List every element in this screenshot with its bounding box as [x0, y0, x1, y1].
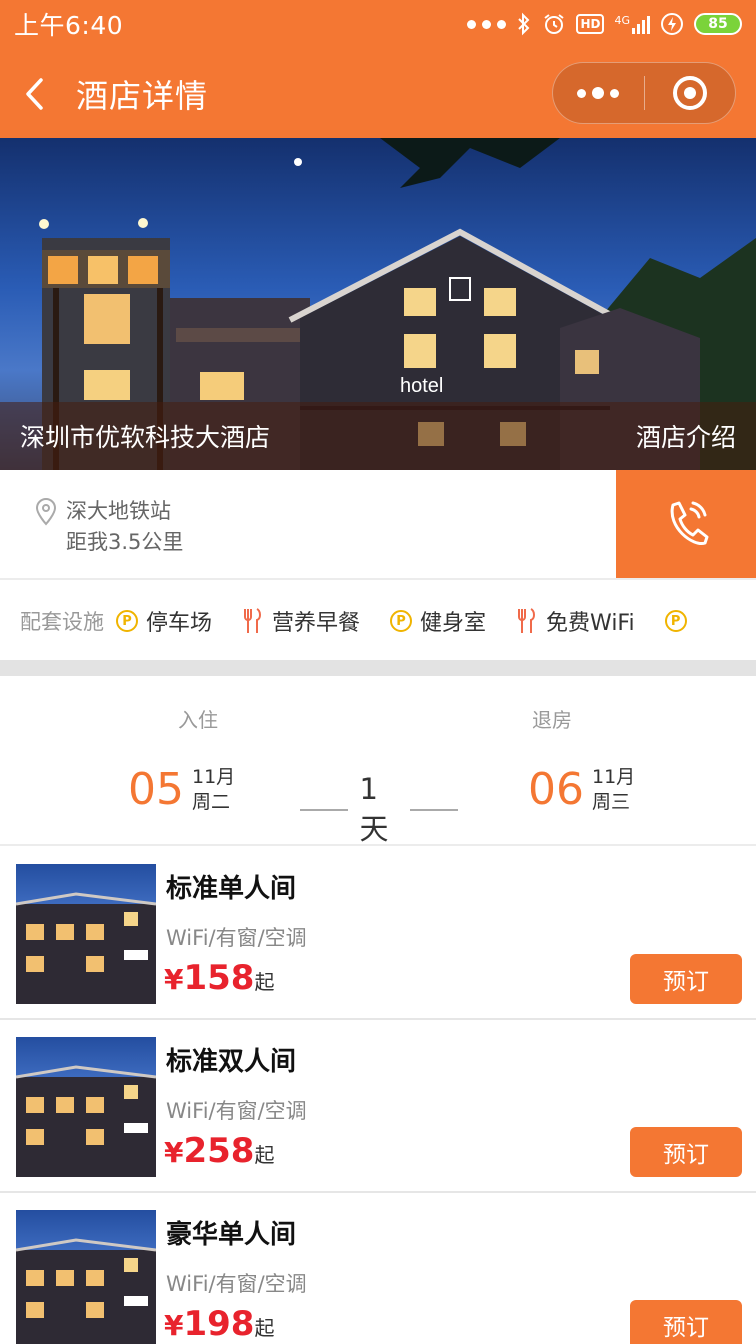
checkout-day: 06 [528, 764, 584, 815]
more-dots-icon [467, 19, 507, 29]
facility-item: 免费WiFi [516, 605, 635, 637]
more-icon [577, 87, 620, 99]
hotel-hero-image: hotel 深圳市优软科技大酒店 酒店介绍 [0, 138, 756, 470]
distance-text: 距我3.5公里 [66, 530, 184, 554]
metro-station: 深大地铁站 [66, 499, 171, 523]
target-icon [672, 76, 707, 110]
checkin-month: 11月 [192, 765, 236, 788]
price-currency: ¥ [164, 1309, 184, 1342]
close-mini-program-button[interactable] [645, 63, 736, 123]
hotel-name: 深圳市优软科技大酒店 [20, 423, 271, 452]
parking-icon: P [116, 610, 138, 632]
facility-label: 免费WiFi [546, 611, 635, 636]
status-bar: 上午6:40 HD 4G 85 [0, 0, 756, 48]
phone-icon [670, 501, 709, 545]
location-info[interactable]: 深大地铁站 距我3.5公里 [0, 470, 616, 578]
location-text: 深大地铁站 距我3.5公里 [66, 496, 183, 578]
room-name: 标准双人间 [166, 1047, 297, 1077]
chevron-left-icon [26, 78, 43, 110]
hd-icon: HD [576, 14, 605, 34]
price-currency: ¥ [164, 1136, 184, 1169]
price-amount: 198 [183, 1304, 255, 1344]
fork-knife-icon [242, 607, 264, 635]
room-price: ¥158起 [164, 958, 274, 998]
price-suffix: 起 [254, 1143, 275, 1167]
status-icons: HD 4G 85 [467, 12, 742, 36]
header-bar: 上午6:40 HD 4G 85 酒店详情 [0, 0, 756, 138]
room-list-item[interactable]: 豪华单人间 WiFi/有窗/空调 ¥198起 预订 [0, 1194, 756, 1344]
call-hotel-button[interactable] [616, 470, 756, 578]
price-currency: ¥ [164, 963, 184, 996]
room-features: WiFi/有窗/空调 [166, 1099, 307, 1123]
charging-icon [660, 12, 684, 36]
date-selector: 入住 退房 05 11月 周二 1天 06 11月 周三 [0, 676, 756, 846]
room-thumbnail [16, 1037, 156, 1177]
facilities-row: 配套设施 P 停车场 营养早餐 P 健身室 免费WiFi P [0, 582, 756, 660]
checkin-label: 入住 [178, 708, 218, 732]
room-name: 标准单人间 [166, 874, 297, 904]
alarm-icon [542, 12, 566, 36]
hotel-sign-text: hotel [400, 375, 443, 397]
room-price: ¥198起 [164, 1304, 274, 1344]
battery-icon: 85 [694, 13, 742, 35]
hero-caption-bar: 深圳市优软科技大酒店 酒店介绍 [0, 402, 756, 470]
more-menu-button[interactable] [553, 63, 644, 123]
signal-icon: 4G [614, 14, 650, 34]
book-button[interactable]: 预订 [630, 954, 742, 1004]
book-button[interactable]: 预订 [630, 1127, 742, 1177]
hotel-intro-link[interactable]: 酒店介绍 [636, 418, 736, 454]
status-time: 上午6:40 [14, 11, 124, 40]
nights-line-left [300, 809, 348, 811]
facility-item: P 健身室 [390, 605, 486, 637]
room-features: WiFi/有窗/空调 [166, 1272, 307, 1296]
nights-text: 1天 [359, 772, 389, 846]
facility-label: 停车场 [146, 611, 213, 636]
facility-item: 营养早餐 [242, 605, 360, 637]
checkin-date[interactable]: 05 11月 周二 [128, 764, 235, 815]
facility-item: P 停车场 [116, 605, 212, 637]
navigation-bar: 酒店详情 [0, 56, 756, 132]
room-list-item[interactable]: 标准单人间 WiFi/有窗/空调 ¥158起 预订 [0, 848, 756, 1020]
network-type: 4G [614, 14, 630, 27]
price-suffix: 起 [254, 970, 275, 994]
bluetooth-icon [516, 12, 532, 36]
price-suffix: 起 [254, 1316, 275, 1340]
location-pin-icon [34, 498, 60, 578]
room-thumbnail [16, 1210, 156, 1344]
parking-icon: P [664, 610, 687, 632]
page-title: 酒店详情 [76, 77, 209, 115]
room-price: ¥258起 [164, 1131, 274, 1171]
back-button[interactable] [0, 56, 70, 132]
price-amount: 258 [183, 1131, 255, 1171]
parking-icon: P [390, 610, 413, 632]
mini-program-capsule [552, 62, 736, 124]
checkin-meta: 11月 周二 [192, 765, 235, 815]
facility-label: 营养早餐 [272, 611, 361, 636]
book-button[interactable]: 预订 [630, 1300, 742, 1344]
location-row: 深大地铁站 距我3.5公里 [0, 470, 756, 580]
checkout-meta: 11月 周三 [592, 765, 635, 815]
checkout-label: 退房 [532, 708, 572, 732]
facilities-label: 配套设施 [20, 610, 104, 634]
price-amount: 158 [183, 958, 255, 998]
nights-count: 1天 [288, 772, 470, 848]
checkout-weekday: 周三 [592, 790, 631, 813]
room-name: 豪华单人间 [166, 1220, 297, 1250]
room-list-item[interactable]: 标准双人间 WiFi/有窗/空调 ¥258起 预订 [0, 1021, 756, 1193]
facility-label: 健身室 [420, 611, 487, 636]
room-thumbnail [16, 864, 156, 1004]
checkin-weekday: 周二 [192, 790, 231, 813]
checkin-day: 05 [128, 764, 184, 815]
checkout-month: 11月 [592, 765, 636, 788]
room-features: WiFi/有窗/空调 [166, 926, 307, 950]
checkout-date[interactable]: 06 11月 周三 [528, 764, 635, 815]
section-divider [0, 660, 756, 676]
nights-line-right [410, 809, 458, 811]
fork-knife-icon [516, 607, 538, 635]
